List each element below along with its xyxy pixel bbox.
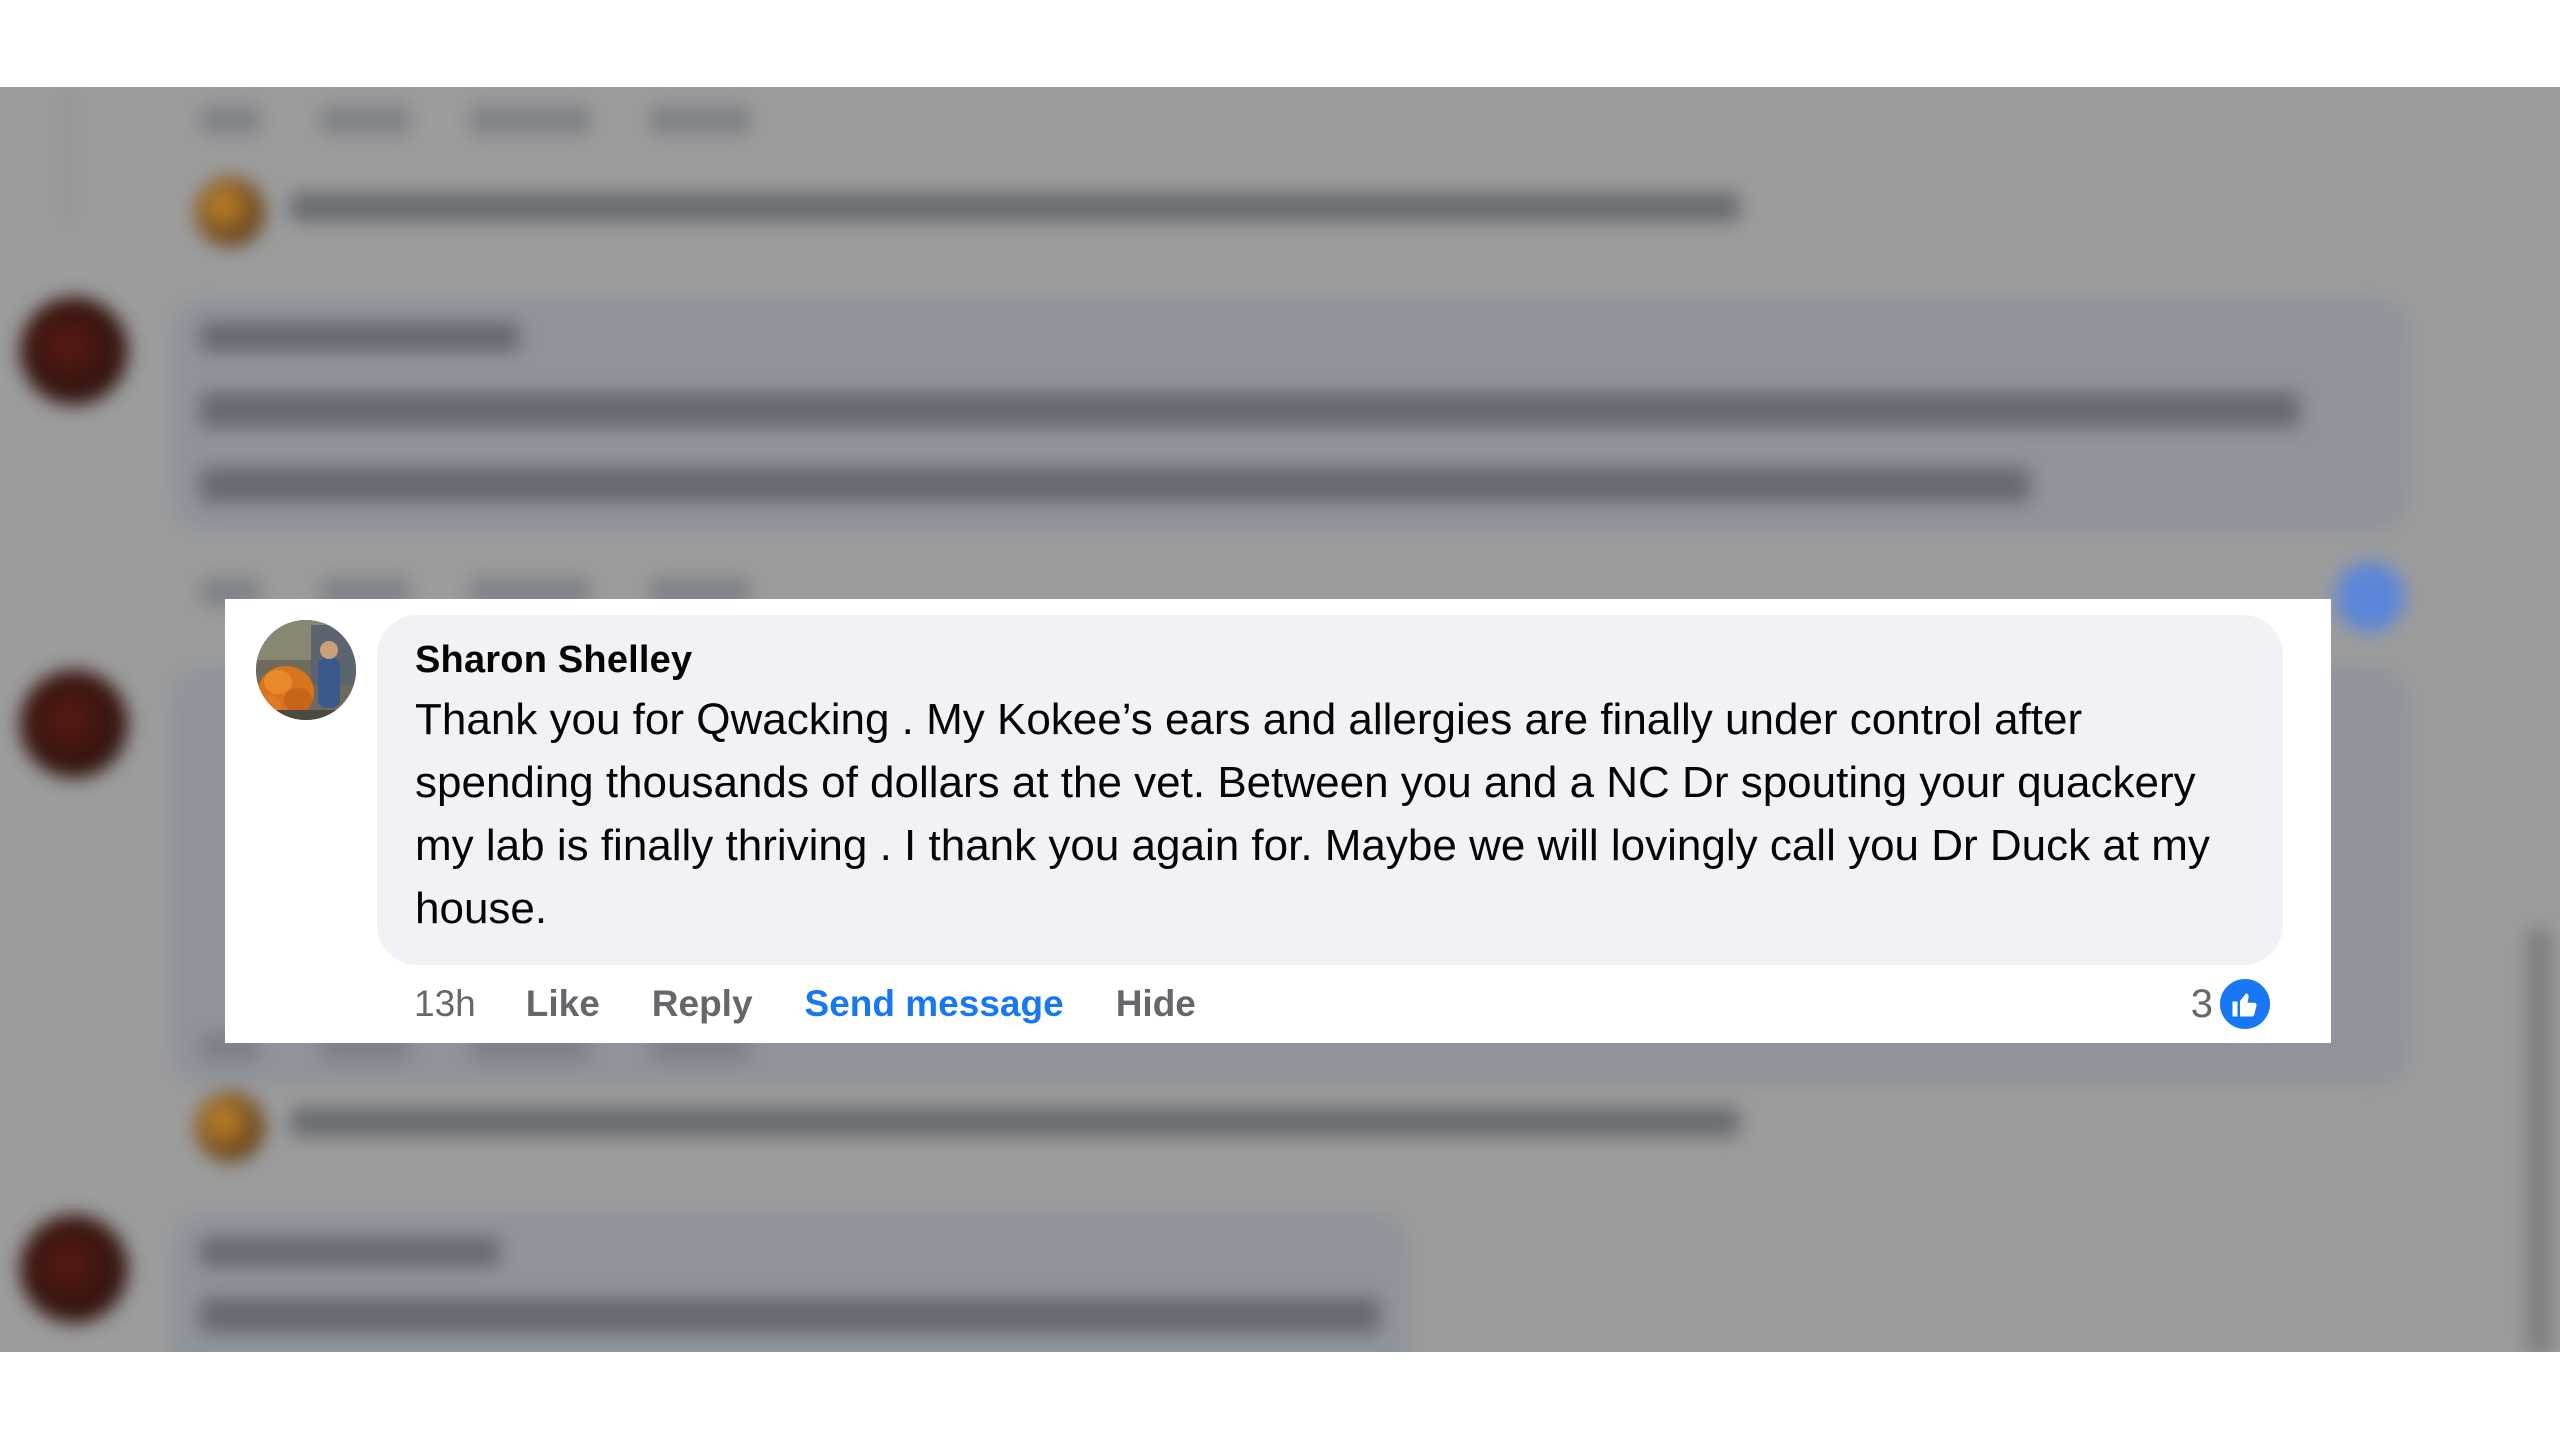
comment-text: Thank you for Qwacking . My Kokee’s ears… bbox=[415, 695, 2210, 933]
blurred-action-text bbox=[470, 105, 590, 135]
like-button[interactable]: Like bbox=[526, 983, 600, 1025]
blurred-commenter-avatar bbox=[20, 1215, 128, 1323]
comment-actions-bar: 13h Like Reply Send message Hide bbox=[414, 979, 1248, 1029]
screenshot-stage: Sharon Shelley Thank you for Qwacking . … bbox=[0, 0, 2560, 1440]
focused-comment-card: Sharon Shelley Thank you for Qwacking . … bbox=[225, 599, 2331, 1043]
blurred-action-text bbox=[320, 105, 410, 135]
blurred-comment-text bbox=[200, 1297, 1380, 1333]
blurred-reaction-badge bbox=[2335, 562, 2405, 632]
comment-timestamp[interactable]: 13h bbox=[414, 983, 476, 1025]
blurred-commenter-avatar bbox=[20, 670, 128, 778]
reply-button[interactable]: Reply bbox=[652, 983, 753, 1025]
blurred-replies-link bbox=[290, 1107, 1740, 1137]
blurred-commenter-name bbox=[200, 1237, 500, 1267]
blurred-comment-text bbox=[200, 467, 2030, 503]
blurred-commenter-name bbox=[200, 322, 520, 352]
comment-bubble: Sharon Shelley Thank you for Qwacking . … bbox=[377, 615, 2283, 965]
blurred-replier-avatar bbox=[195, 1092, 265, 1162]
reactions-summary[interactable]: 3 bbox=[2191, 976, 2273, 1032]
blurred-commenter-avatar bbox=[20, 297, 128, 405]
blurred-replier-avatar bbox=[195, 177, 265, 247]
send-message-button[interactable]: Send message bbox=[805, 983, 1064, 1025]
comment-author-name[interactable]: Sharon Shelley bbox=[415, 639, 692, 682]
thumbs-up-glyph bbox=[2232, 993, 2257, 1017]
thread-connector-line bbox=[66, 87, 70, 227]
blurred-scrollbar bbox=[2526, 927, 2552, 1352]
avatar[interactable] bbox=[256, 620, 356, 720]
thumbs-up-icon bbox=[2217, 976, 2273, 1032]
reaction-count: 3 bbox=[2190, 981, 2213, 1026]
blurred-replies-link bbox=[290, 192, 1740, 222]
avatar-photo bbox=[256, 620, 356, 720]
hide-button[interactable]: Hide bbox=[1116, 983, 1196, 1025]
blurred-comment-text bbox=[200, 392, 2300, 428]
blurred-action-text bbox=[650, 105, 750, 135]
blurred-action-text bbox=[200, 105, 260, 135]
